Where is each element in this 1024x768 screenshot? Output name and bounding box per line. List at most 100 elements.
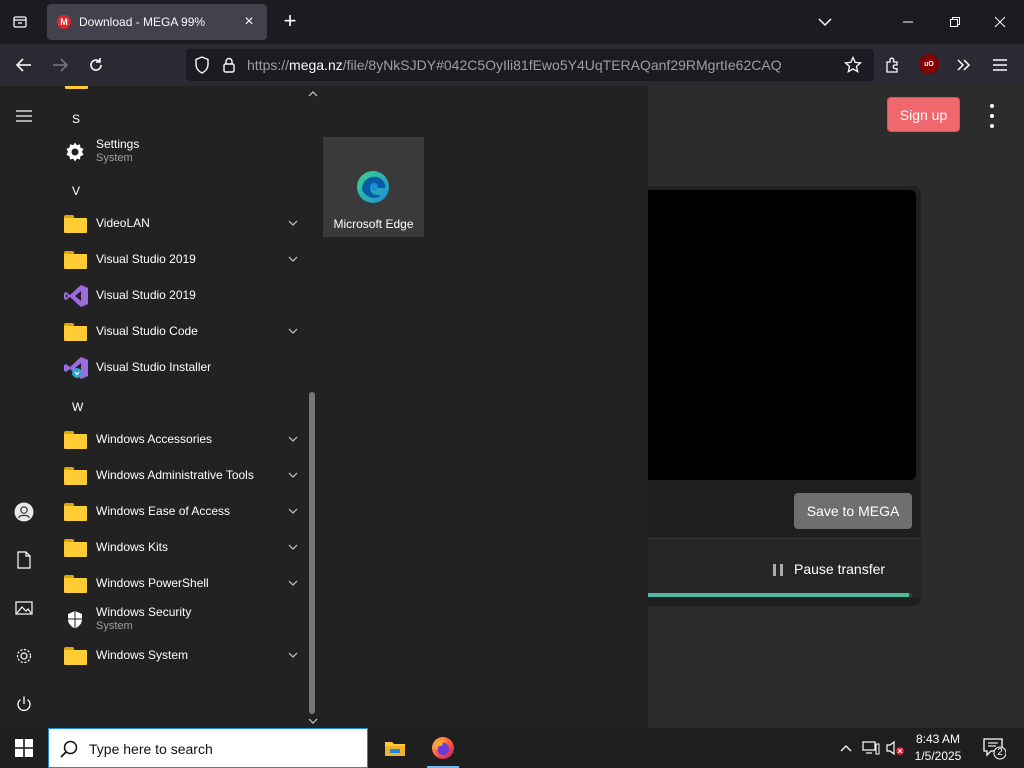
lock-icon[interactable] xyxy=(222,56,236,79)
reload-icon[interactable] xyxy=(84,53,108,77)
app-item-settings[interactable]: Settings System xyxy=(48,134,306,170)
app-item-windows-administrative-tools[interactable]: Windows Administrative Tools xyxy=(48,458,306,494)
url-scheme: https:// xyxy=(247,57,290,73)
settings-gear-icon xyxy=(63,140,89,164)
app-list[interactable]: S Settings System V VideoLAN Visual Stud… xyxy=(48,86,306,728)
folder-icon xyxy=(63,464,89,488)
folder-icon xyxy=(63,644,89,668)
app-item-visual-studio-2019-folder[interactable]: Visual Studio 2019 xyxy=(48,242,306,278)
app-item-visual-studio-code[interactable]: Visual Studio Code xyxy=(48,314,306,350)
app-item-windows-system[interactable]: Windows System xyxy=(48,638,306,674)
app-item-label: Windows Ease of Access xyxy=(96,504,231,518)
app-item-label: Settings xyxy=(96,137,140,151)
save-to-mega-button[interactable]: Save to MEGA xyxy=(794,493,912,529)
visual-studio-installer-icon xyxy=(63,356,89,380)
chevron-down-icon xyxy=(288,220,298,226)
url-domain: mega.nz xyxy=(289,57,343,73)
visual-studio-icon xyxy=(63,284,89,308)
new-tab-button[interactable]: + xyxy=(278,10,302,34)
scroll-up-arrow-icon[interactable] xyxy=(307,88,319,100)
volume-muted-icon[interactable] xyxy=(885,738,905,758)
app-list-scrollbar[interactable] xyxy=(306,86,320,728)
file-explorer-icon[interactable] xyxy=(371,728,419,768)
close-tab-icon[interactable]: × xyxy=(241,13,257,31)
app-item-windows-accessories[interactable]: Windows Accessories xyxy=(48,422,306,458)
settings-gear-icon[interactable] xyxy=(12,644,36,668)
forward-arrow-icon[interactable] xyxy=(48,53,72,77)
url-bar[interactable]: https://mega.nz/file/8yNkSJDY#042C5OyIli… xyxy=(186,49,874,81)
system-clock[interactable]: 8:43 AM 1/5/2025 xyxy=(906,731,970,765)
restore-window-icon[interactable] xyxy=(945,12,965,32)
browser-tab-active[interactable]: M Download - MEGA 99% × xyxy=(47,4,267,40)
shield-icon xyxy=(63,608,89,632)
expand-menu-hamburger-icon[interactable] xyxy=(12,104,36,128)
chevron-down-icon xyxy=(288,544,298,550)
chevron-down-icon xyxy=(288,436,298,442)
start-menu: S Settings System V VideoLAN Visual Stud… xyxy=(0,86,648,728)
user-account-icon[interactable] xyxy=(12,500,36,524)
app-item-windows-ease-of-access[interactable]: Windows Ease of Access xyxy=(48,494,306,530)
folder-icon xyxy=(63,212,89,236)
search-icon xyxy=(60,740,78,758)
network-icon[interactable] xyxy=(861,738,881,758)
app-item-windows-kits[interactable]: Windows Kits xyxy=(48,530,306,566)
folder-icon xyxy=(63,572,89,596)
app-item-windows-powershell[interactable]: Windows PowerShell xyxy=(48,566,306,602)
documents-icon[interactable] xyxy=(12,548,36,572)
minimize-window-icon[interactable] xyxy=(898,12,918,32)
app-item-videolan[interactable]: VideoLAN xyxy=(48,206,306,242)
scrollbar-thumb[interactable] xyxy=(309,392,315,714)
app-item-label: Visual Studio 2019 xyxy=(96,252,196,266)
firefox-icon[interactable] xyxy=(419,728,467,768)
tab-title: Download - MEGA 99% xyxy=(79,15,206,29)
taskbar-search-box[interactable]: Type here to search xyxy=(48,728,368,768)
ublock-origin-icon[interactable]: uO xyxy=(919,54,939,74)
folder-icon xyxy=(63,248,89,272)
app-item-label: Windows Security xyxy=(96,605,192,619)
folder-icon xyxy=(63,428,89,452)
pause-icon xyxy=(773,564,783,576)
taskbar: Type here to search 8:43 AM 1/5/2025 2 xyxy=(0,728,1024,768)
app-item-windows-security[interactable]: Windows Security System xyxy=(48,602,306,638)
pause-transfer-button[interactable]: Pause transfer xyxy=(640,538,921,598)
app-item-label: Windows Kits xyxy=(96,540,169,554)
pictures-icon[interactable] xyxy=(12,596,36,620)
bookmark-star-icon[interactable] xyxy=(843,55,863,79)
back-arrow-icon[interactable] xyxy=(12,53,36,77)
sign-up-button[interactable]: Sign up xyxy=(887,97,960,132)
extensions-puzzle-icon[interactable] xyxy=(881,53,905,77)
notification-count: 2 xyxy=(997,747,1003,758)
notifications-icon[interactable]: 2 xyxy=(982,736,1007,760)
letter-header-w[interactable]: W xyxy=(72,400,83,414)
folder-icon xyxy=(63,320,89,344)
clock-time: 8:43 AM xyxy=(915,732,961,746)
tab-overflow-chevron-icon[interactable] xyxy=(815,12,835,32)
app-item-label: Visual Studio Code xyxy=(96,324,198,338)
letter-header-v[interactable]: V xyxy=(72,184,80,198)
app-item-visual-studio-2019[interactable]: Visual Studio 2019 xyxy=(48,278,306,314)
url-text: https://mega.nz/file/8yNkSJDY#042C5OyIli… xyxy=(247,57,782,73)
scroll-down-arrow-icon[interactable] xyxy=(307,715,319,727)
microsoft-edge-icon xyxy=(357,171,389,203)
windows-start-icon[interactable] xyxy=(0,728,48,768)
overflow-chevrons-icon[interactable] xyxy=(952,53,976,77)
power-icon[interactable] xyxy=(12,692,36,716)
pause-transfer-label: Pause transfer xyxy=(794,561,886,577)
mega-favicon-icon: M xyxy=(57,15,71,29)
app-item-sublabel: System xyxy=(96,152,133,164)
url-path: /file/8yNkSJDY#042C5OyIli81fEwo5Y4UqTERA… xyxy=(342,57,782,73)
download-progress-fill xyxy=(640,593,910,597)
more-options-kebab-icon[interactable] xyxy=(984,104,1000,128)
show-hidden-icons-chevron-icon[interactable] xyxy=(836,738,856,758)
tile-microsoft-edge[interactable]: Microsoft Edge xyxy=(323,137,424,237)
close-window-icon[interactable] xyxy=(990,12,1010,32)
tracking-protection-shield-icon[interactable] xyxy=(194,56,210,79)
hamburger-menu-icon[interactable] xyxy=(988,53,1012,77)
list-all-tabs-icon[interactable] xyxy=(8,10,32,34)
chevron-down-icon xyxy=(288,508,298,514)
download-progress-bar xyxy=(640,593,912,597)
app-item-visual-studio-installer[interactable]: Visual Studio Installer xyxy=(48,350,306,386)
clock-date: 1/5/2025 xyxy=(914,749,962,763)
letter-header-s[interactable]: S xyxy=(72,112,80,126)
app-item-label: Windows Administrative Tools xyxy=(96,468,254,482)
